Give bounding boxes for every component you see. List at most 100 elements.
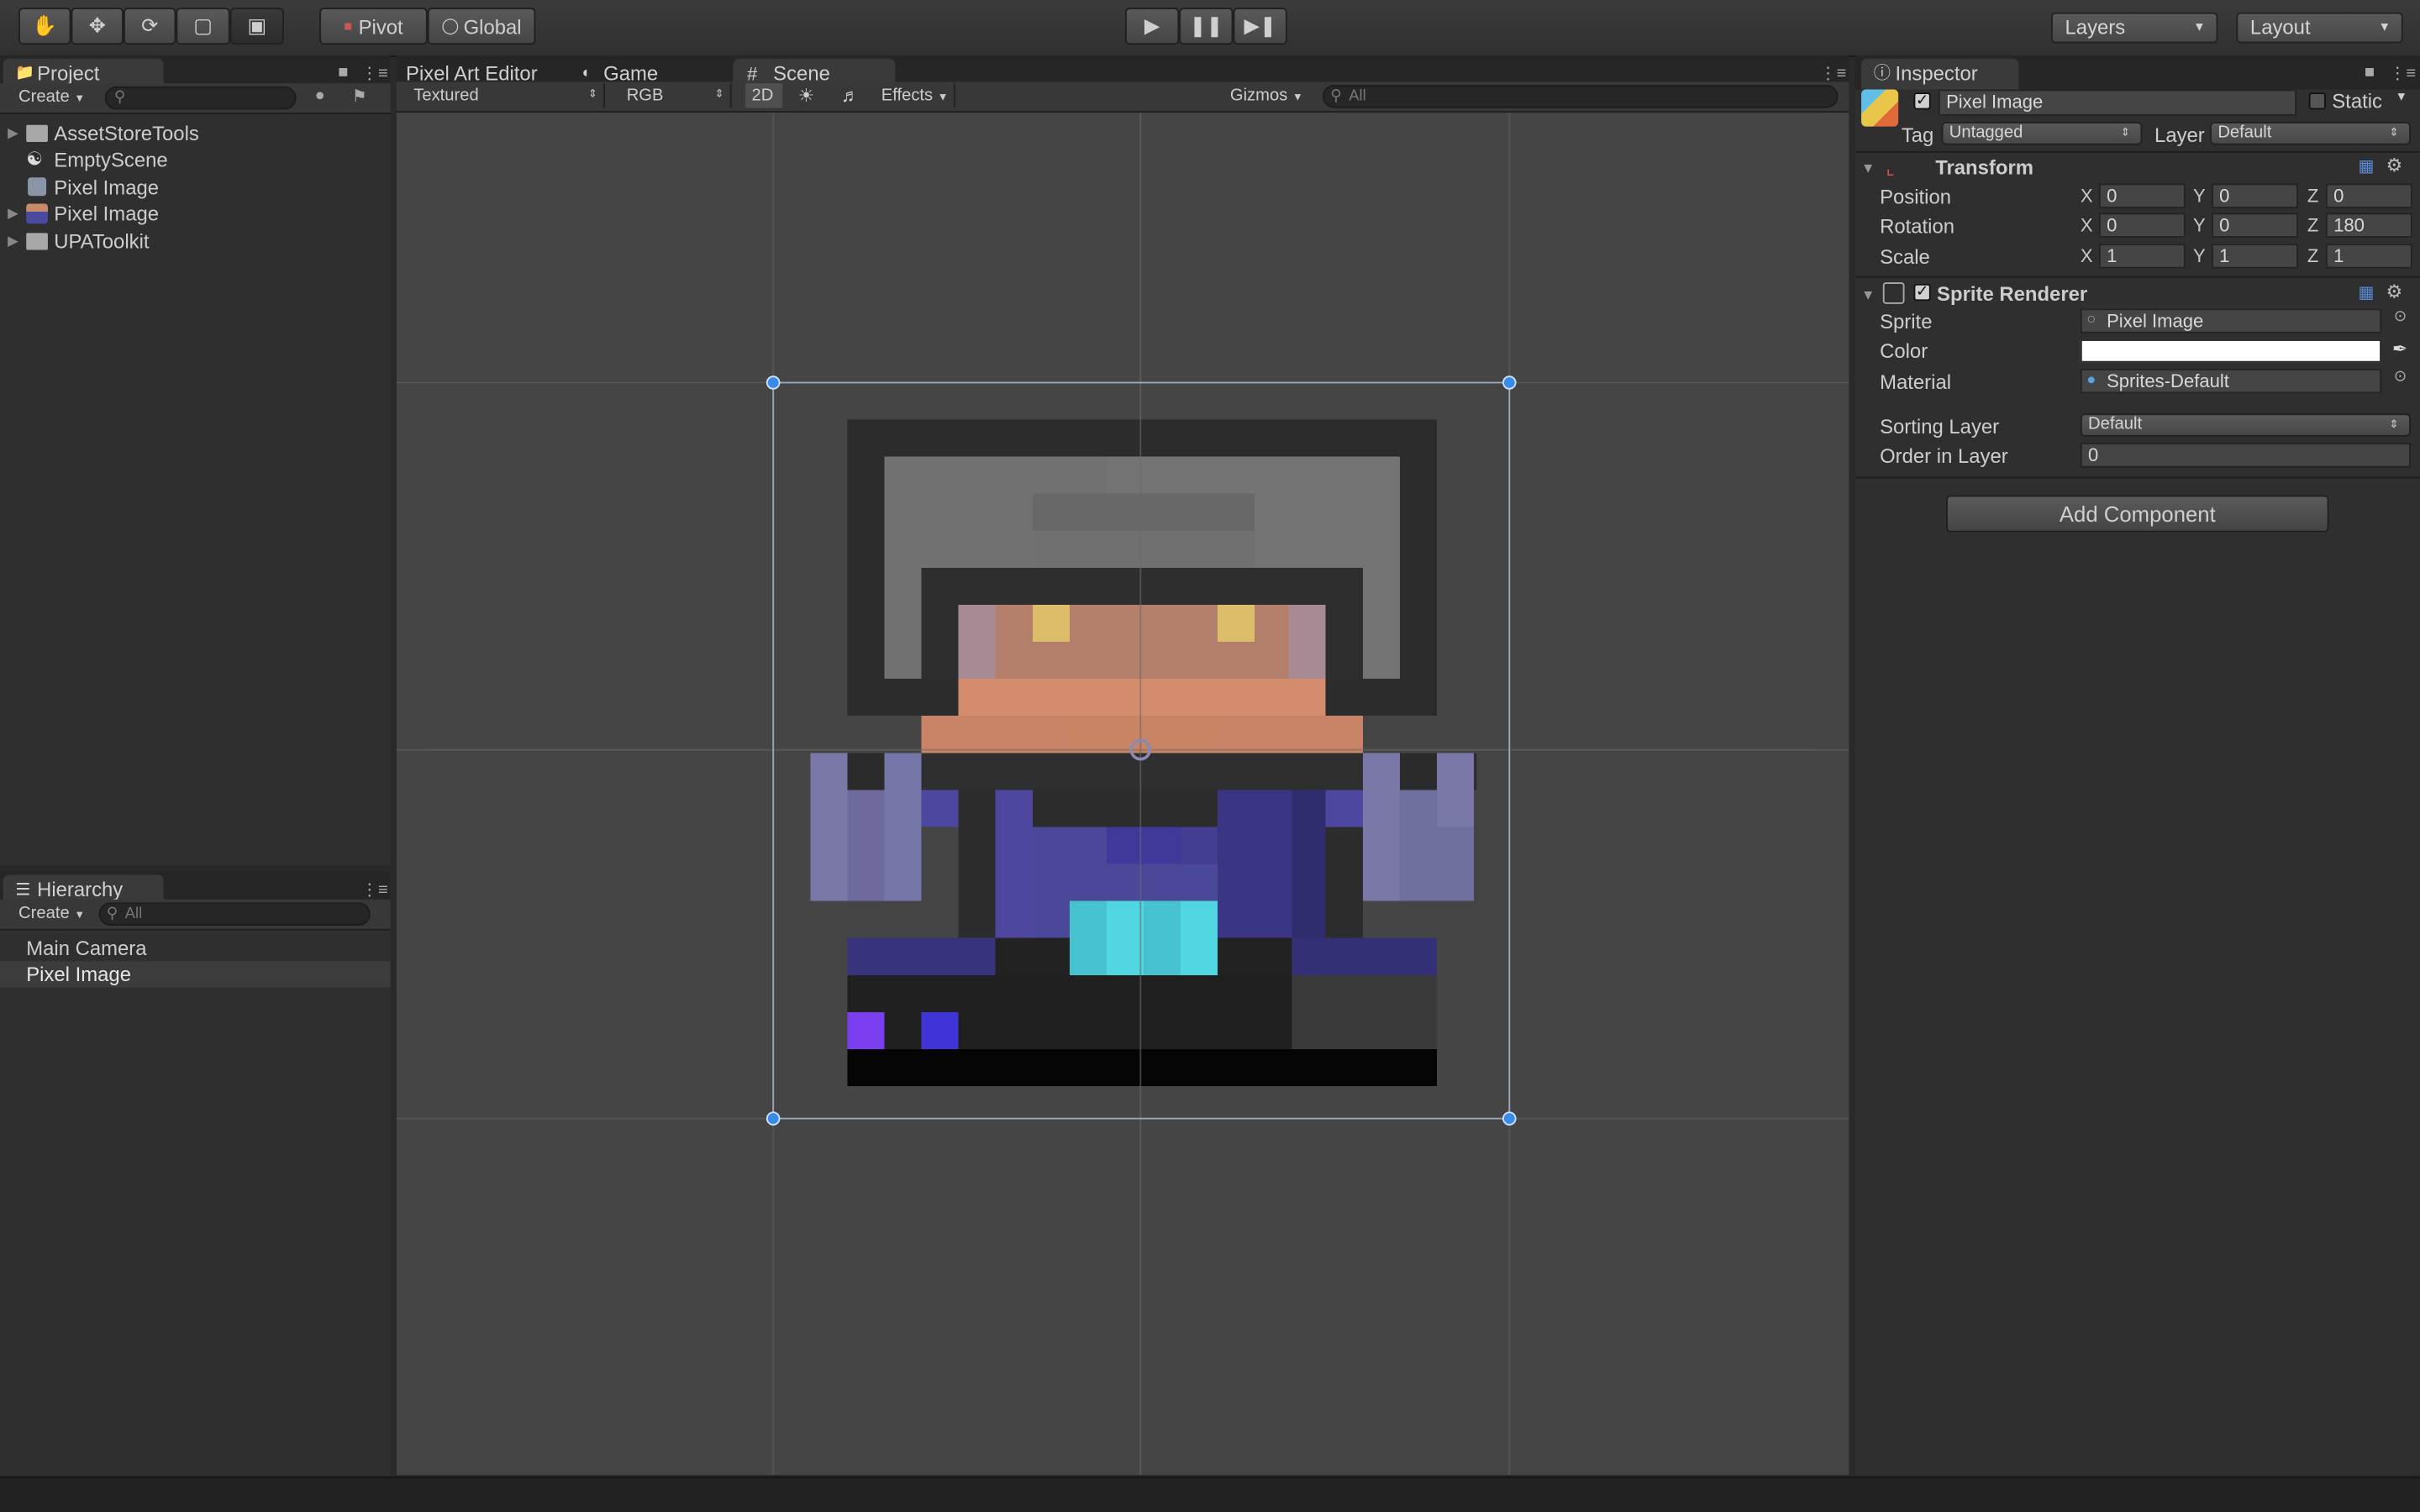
sprite-field[interactable]: ○ Pixel Image — [2080, 308, 2382, 333]
hand-tool-icon[interactable]: ✋ — [18, 8, 71, 45]
filter-label-icon[interactable]: ⚑ — [352, 87, 367, 107]
list-item[interactable]: ☯ EmptyScene — [0, 146, 391, 172]
folder-icon — [26, 124, 48, 142]
scene-canvas[interactable] — [397, 113, 1849, 1475]
layers-dropdown[interactable]: Layers ▼ — [2050, 12, 2218, 44]
sprite-renderer-enabled-checkbox[interactable]: ✓ — [1913, 283, 1931, 302]
expand-arrow-icon[interactable]: ▶ — [8, 228, 18, 255]
position-x-field[interactable]: 0 — [2098, 183, 2186, 208]
resize-handle[interactable] — [765, 1111, 781, 1126]
rotation-z-field[interactable]: 180 — [2325, 213, 2412, 238]
chevron-down-icon: ▼ — [74, 910, 86, 921]
rotate-tool-icon[interactable]: ⟳ — [123, 8, 176, 45]
position-y-field[interactable]: 0 — [2211, 183, 2298, 208]
lock-icon[interactable]: ■ — [2365, 63, 2375, 81]
status-bar — [0, 1476, 2420, 1512]
scale-z-field[interactable]: 1 — [2325, 244, 2412, 269]
chevron-down-icon: ▼ — [74, 94, 86, 105]
step-button[interactable]: ▶❚ — [1233, 8, 1287, 45]
create-dropdown[interactable]: Create ▼ — [9, 901, 90, 926]
create-dropdown[interactable]: Create ▼ — [9, 85, 90, 109]
audio-toggle-icon[interactable]: ♬ — [832, 83, 865, 108]
gear-icon[interactable]: ⚙ — [2386, 281, 2403, 302]
layout-dropdown[interactable]: Layout ▼ — [2236, 12, 2403, 44]
hierarchy-search-input[interactable]: ⚲ All — [98, 902, 371, 927]
scene-search-input[interactable]: ⚲ All — [1323, 85, 1839, 108]
gizmos-dropdown[interactable]: Gizmos ▼ — [1221, 83, 1307, 108]
panel-menu-icon[interactable]: ⋮≡ — [361, 63, 388, 83]
list-item[interactable]: ▶ AssetStoreTools — [0, 120, 391, 146]
chevron-down-icon: ▼ — [1292, 92, 1303, 104]
search-icon: ⚲ — [113, 89, 126, 107]
object-picker-icon[interactable]: ⊙ — [2394, 369, 2407, 386]
scale-tool-icon[interactable]: ▢ — [176, 8, 230, 45]
play-button[interactable]: ▶ — [1124, 8, 1180, 45]
tab-inspector[interactable]: ⓘ Inspector — [1861, 58, 2019, 90]
scale-x-field[interactable]: 1 — [2098, 244, 2186, 269]
layer-dropdown[interactable]: Default ⇕ — [2210, 122, 2411, 145]
help-icon[interactable]: ▦ — [2358, 156, 2374, 176]
tag-dropdown[interactable]: Untagged ⇕ — [1941, 122, 2143, 145]
help-icon[interactable]: ▦ — [2358, 282, 2374, 302]
sprite-icon — [26, 203, 48, 224]
project-search-input[interactable]: ⚲ — [104, 86, 297, 110]
static-checkbox[interactable] — [2308, 92, 2326, 110]
channel-dropdown[interactable]: RGB ⇕ — [618, 83, 732, 108]
lock-icon[interactable]: ■ — [338, 63, 348, 81]
material-field[interactable]: ● Sprites-Default — [2080, 368, 2382, 394]
list-item[interactable]: ▶ UPAToolkit — [0, 228, 391, 255]
position-z-field[interactable]: 0 — [2325, 183, 2412, 208]
rect-tool-icon[interactable]: ▣ — [229, 8, 284, 45]
filter-type-icon[interactable]: ● — [315, 87, 325, 105]
expand-arrow-icon[interactable]: ▶ — [8, 201, 18, 227]
transform-title[interactable]: Transform — [1935, 156, 2033, 180]
global-button[interactable]: ◯ Global — [427, 8, 536, 45]
active-checkbox[interactable]: ✓ — [1913, 92, 1931, 110]
collapse-arrow-icon[interactable]: ▼ — [1861, 287, 1875, 302]
eyedropper-icon[interactable]: ✒ — [2392, 338, 2407, 360]
hierarchy-item-main-camera[interactable]: Main Camera — [0, 935, 391, 961]
add-component-button[interactable]: Add Component — [1946, 495, 2329, 533]
panel-menu-icon[interactable]: ⋮≡ — [1819, 63, 1846, 83]
object-name-field[interactable]: Pixel Image — [1938, 89, 2297, 116]
resize-handle[interactable] — [1502, 375, 1517, 390]
list-item[interactable]: Pixel Image — [0, 175, 391, 201]
rotation-y-field[interactable]: 0 — [2211, 213, 2298, 238]
collapse-arrow-icon[interactable]: ▼ — [1861, 160, 1875, 176]
pivot-button[interactable]: ■ Pivot — [319, 8, 428, 45]
shading-dropdown[interactable]: Textured ⇕ — [404, 83, 605, 108]
chevron-down-icon: ▼ — [937, 92, 949, 104]
light-toggle-icon[interactable]: ☀ — [789, 83, 823, 108]
chevron-updown-icon: ⇕ — [2120, 128, 2130, 139]
inspector-panel: ⓘ Inspector ■ ⋮≡ ✓ Pixel Image Static ▼ … — [1854, 55, 2420, 1475]
object-picker-icon[interactable]: ⊙ — [2394, 308, 2407, 325]
chevron-updown-icon: ⇕ — [2389, 128, 2399, 139]
resize-handle[interactable] — [1502, 1111, 1517, 1126]
globe-icon: ◯ — [441, 18, 460, 35]
scale-y-field[interactable]: 1 — [2211, 244, 2298, 269]
hierarchy-item-pixel-image[interactable]: Pixel Image — [0, 961, 391, 988]
sorting-layer-dropdown[interactable]: Default ⇕ — [2080, 413, 2411, 437]
list-item[interactable]: ▶ Pixel Image — [0, 201, 391, 227]
search-icon: ⚲ — [106, 906, 118, 923]
color-swatch[interactable] — [2080, 339, 2382, 363]
order-in-layer-field[interactable]: 0 — [2080, 443, 2411, 468]
mode-2d-toggle[interactable]: 2D — [745, 83, 783, 108]
rotation-x-field[interactable]: 0 — [2098, 213, 2186, 238]
chevron-down-icon[interactable]: ▼ — [2396, 90, 2408, 104]
effects-dropdown[interactable]: Effects ▼ — [872, 83, 955, 108]
gear-icon[interactable]: ⚙ — [2386, 155, 2403, 176]
panel-menu-icon[interactable]: ⋮≡ — [361, 879, 388, 900]
pause-icon: ❚❚ — [1189, 13, 1223, 38]
pause-button[interactable]: ❚❚ — [1179, 8, 1234, 45]
folder-icon — [26, 233, 48, 250]
panel-menu-icon[interactable]: ⋮≡ — [2389, 63, 2416, 83]
move-tool-icon[interactable]: ✥ — [71, 8, 124, 45]
resize-handle[interactable] — [765, 375, 781, 390]
sprite-asset-icon: ○ — [2086, 312, 2096, 329]
material-sphere-icon: ● — [2086, 371, 2096, 389]
chevron-down-icon: ▼ — [2378, 19, 2391, 34]
scene-viewport[interactable] — [397, 113, 1849, 1475]
sprite-renderer-title[interactable]: Sprite Renderer — [1937, 282, 2087, 306]
expand-arrow-icon[interactable]: ▶ — [8, 120, 18, 146]
